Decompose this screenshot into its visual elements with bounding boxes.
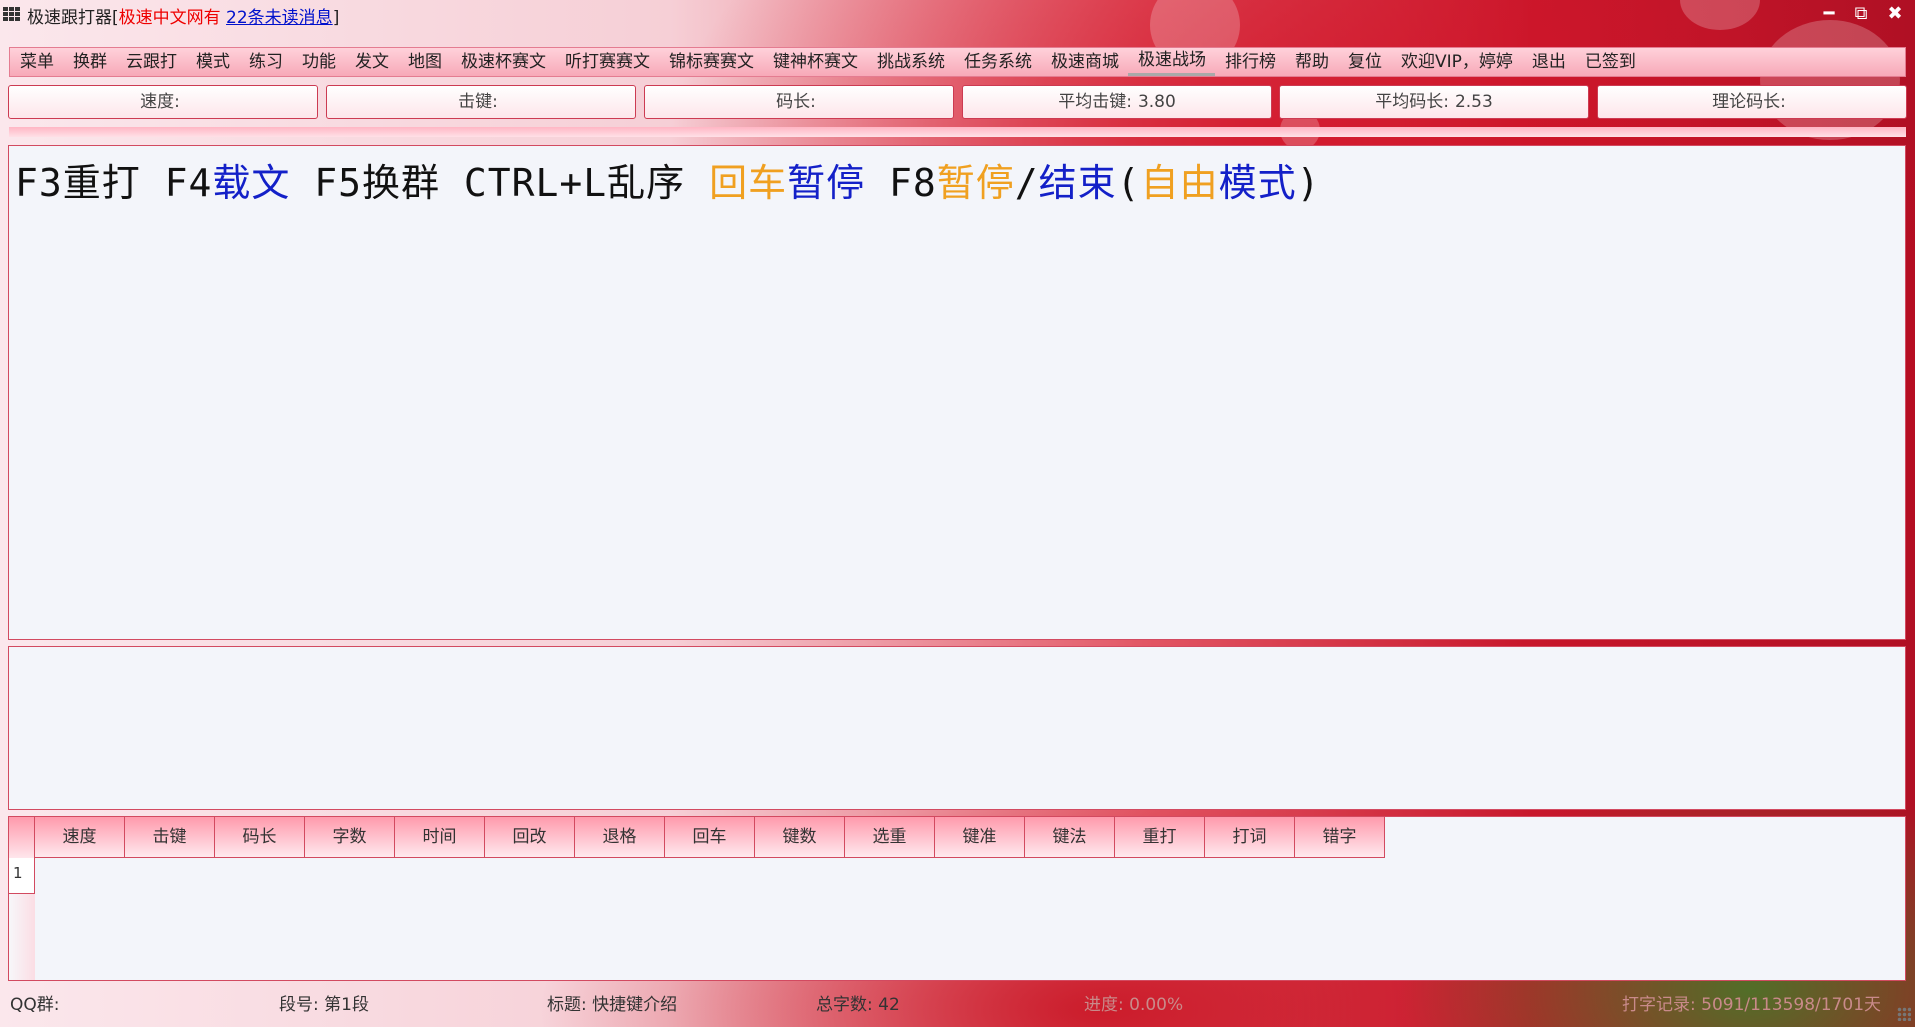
hint-segment: 载文 bbox=[212, 161, 291, 205]
window-title: 极速跟打器[极速中文网有 22条未读消息] bbox=[27, 3, 339, 28]
menu-item[interactable]: 锦标赛赛文 bbox=[659, 48, 763, 76]
stat-speed-label: 速度: bbox=[140, 92, 180, 112]
close-button[interactable]: ✖ bbox=[1882, 2, 1908, 26]
menu-item[interactable]: 任务系统 bbox=[954, 48, 1041, 76]
site-name: 极速中文网有 bbox=[118, 8, 221, 28]
column-header[interactable]: 速度 bbox=[35, 817, 125, 858]
hint-segment: / bbox=[1014, 161, 1039, 205]
stat-avg-keystroke: 平均击键: 3.80 bbox=[962, 85, 1272, 119]
unread-messages-link[interactable]: 22条未读消息 bbox=[226, 8, 333, 28]
menu-item[interactable]: 功能 bbox=[292, 48, 345, 76]
stat-theory-code-length-label: 理论码长: bbox=[1712, 92, 1786, 112]
hint-segment: 暂停 bbox=[936, 161, 1015, 205]
status-qq-group: QQ群: bbox=[10, 995, 60, 1015]
stat-avg-code-length: 平均码长: 2.53 bbox=[1279, 85, 1589, 119]
menu-item[interactable]: 听打赛赛文 bbox=[555, 48, 659, 76]
hint-segment: F5换群 CTRL+L乱序 bbox=[290, 161, 710, 205]
stat-theory-code-length: 理论码长: bbox=[1597, 85, 1907, 119]
hint-segment: F3重打 F4 bbox=[15, 161, 213, 205]
stat-avg-keystroke-label: 平均击键: bbox=[1058, 92, 1132, 112]
stat-keystroke-label: 击键: bbox=[458, 92, 498, 112]
reference-text-panel[interactable]: F3重打 F4载文 F5换群 CTRL+L乱序 回车暂停 F8暂停/结束(自由模… bbox=[8, 145, 1906, 640]
minimize-button[interactable]: ━ bbox=[1816, 2, 1842, 26]
menu-item[interactable]: 已签到 bbox=[1575, 48, 1645, 76]
menu-item[interactable]: 帮助 bbox=[1285, 48, 1338, 76]
app-name: 极速跟打器 bbox=[27, 8, 112, 28]
hint-segment: ( bbox=[1116, 161, 1141, 205]
app-grid-icon[interactable] bbox=[3, 7, 21, 21]
menu-item[interactable]: 键神杯赛文 bbox=[763, 48, 867, 76]
status-progress: 进度: 0.00% bbox=[1084, 995, 1184, 1015]
hint-segment: 暂停 bbox=[787, 161, 866, 205]
table-row-number[interactable]: 1 bbox=[9, 858, 35, 894]
status-title: 标题: 快捷键介绍 bbox=[547, 995, 678, 1015]
status-segment: 段号: 第1段 bbox=[279, 995, 369, 1015]
menu-bar: 菜单 换群 云跟打 模式 练习 功能 发文 地图 极速杯赛文 听打赛赛文 锦标赛赛文 键神杯赛文 挑战系… bbox=[9, 47, 1906, 77]
stat-avg-keystroke-value: 3.80 bbox=[1137, 92, 1176, 112]
status-typing-record: 打字记录: 5091/113598/1701天 bbox=[1622, 995, 1882, 1015]
menu-item[interactable]: 复位 bbox=[1338, 48, 1391, 76]
stat-avg-code-length-label: 平均码长: bbox=[1375, 92, 1449, 112]
bokeh-decoration bbox=[1760, 20, 1900, 140]
stat-avg-code-length-value: 2.53 bbox=[1454, 92, 1493, 112]
column-header[interactable]: 键法 bbox=[1025, 817, 1115, 858]
menu-item[interactable]: 云跟打 bbox=[116, 48, 186, 76]
menu-item[interactable]: 排行榜 bbox=[1215, 48, 1285, 76]
column-header[interactable]: 码长 bbox=[215, 817, 305, 858]
results-table[interactable]: 速度 击键 码长 字数 时间 回改 退格 回车 键数 选重 键准 键法 重打 打词 错字 1 bbox=[8, 816, 1906, 981]
column-header[interactable]: 回改 bbox=[485, 817, 575, 858]
stat-speed: 速度: bbox=[8, 85, 318, 119]
column-header[interactable]: 重打 bbox=[1115, 817, 1205, 858]
menu-item[interactable]: 极速杯赛文 bbox=[451, 48, 555, 76]
hint-segment: ) bbox=[1296, 161, 1321, 205]
shortcut-hint-text: F3重打 F4载文 F5换群 CTRL+L乱序 回车暂停 F8暂停/结束(自由模… bbox=[15, 152, 1320, 207]
table-corner-cell bbox=[9, 817, 35, 858]
close-icon: ✖ bbox=[1887, 3, 1903, 24]
hint-segment: 模式 bbox=[1218, 161, 1297, 205]
column-header[interactable]: 字数 bbox=[305, 817, 395, 858]
results-table-header: 速度 击键 码长 字数 时间 回改 退格 回车 键数 选重 键准 键法 重打 打词 错字 bbox=[9, 817, 1385, 858]
menu-item[interactable]: 地图 bbox=[398, 48, 451, 76]
column-header[interactable]: 键数 bbox=[755, 817, 845, 858]
typing-input-area[interactable] bbox=[8, 646, 1906, 810]
menu-item[interactable]: 挑战系统 bbox=[867, 48, 954, 76]
stat-code-length-label: 码长: bbox=[776, 92, 816, 112]
menu-item[interactable]: 极速商城 bbox=[1041, 48, 1128, 76]
menu-item[interactable]: 退出 bbox=[1522, 48, 1575, 76]
menu-item[interactable]: 欢迎VIP，婷婷 bbox=[1391, 48, 1522, 76]
title-bracket-open: [ bbox=[112, 8, 119, 28]
progress-strip bbox=[9, 127, 1906, 137]
column-header[interactable]: 错字 bbox=[1295, 817, 1385, 858]
menu-item[interactable]: 极速战场 bbox=[1128, 48, 1215, 76]
hint-segment: 回车 bbox=[709, 161, 788, 205]
column-header[interactable]: 键准 bbox=[935, 817, 1025, 858]
stat-code-length: 码长: bbox=[644, 85, 954, 119]
hint-segment: 结束 bbox=[1038, 161, 1117, 205]
column-header[interactable]: 打词 bbox=[1205, 817, 1295, 858]
restore-button[interactable]: ⧉ bbox=[1848, 2, 1874, 26]
menu-item[interactable]: 菜单 bbox=[10, 48, 63, 76]
restore-icon: ⧉ bbox=[1854, 3, 1868, 24]
menu-item[interactable]: 换群 bbox=[63, 48, 116, 76]
menu-item[interactable]: 模式 bbox=[186, 48, 239, 76]
column-header[interactable]: 回车 bbox=[665, 817, 755, 858]
title-bracket-close: ] bbox=[332, 8, 340, 28]
title-bar: 极速跟打器[极速中文网有 22条未读消息] ━ ⧉ ✖ bbox=[0, 0, 1915, 30]
menu-item[interactable]: 练习 bbox=[239, 48, 292, 76]
hint-segment: F8 bbox=[865, 161, 937, 205]
column-header[interactable]: 时间 bbox=[395, 817, 485, 858]
stat-keystroke: 击键: bbox=[326, 85, 636, 119]
column-header[interactable]: 击键 bbox=[125, 817, 215, 858]
column-header[interactable]: 退格 bbox=[575, 817, 665, 858]
resize-grip-icon[interactable] bbox=[1897, 1007, 1911, 1021]
hint-segment: 自由 bbox=[1140, 161, 1219, 205]
column-header[interactable]: 选重 bbox=[845, 817, 935, 858]
status-total-chars: 总字数: 42 bbox=[816, 995, 900, 1015]
minimize-icon: ━ bbox=[1823, 3, 1835, 24]
menu-item[interactable]: 发文 bbox=[345, 48, 398, 76]
